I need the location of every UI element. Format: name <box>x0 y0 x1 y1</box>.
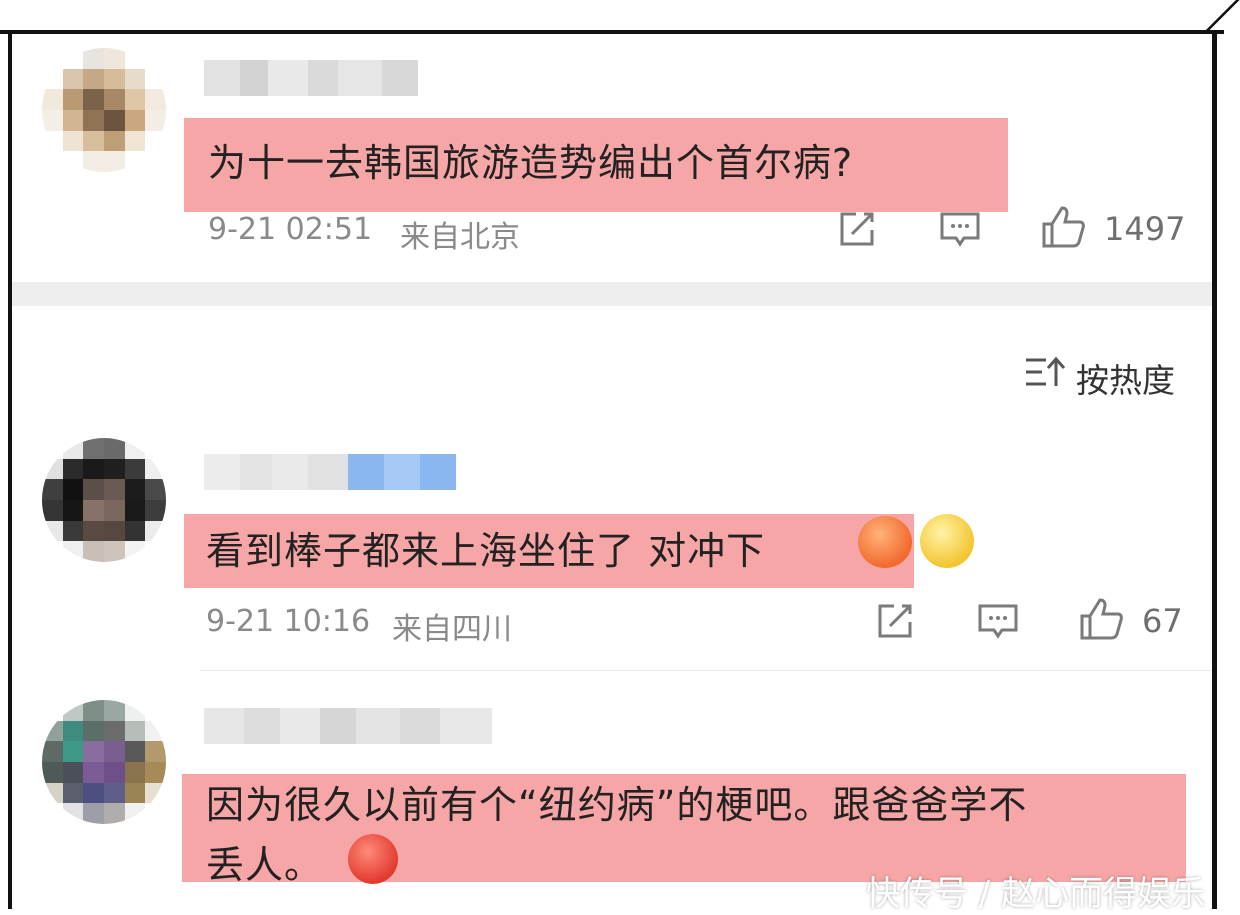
like-icon[interactable] <box>1078 596 1124 642</box>
comment-icon[interactable] <box>938 208 982 250</box>
comment-location: 来自北京 <box>400 220 520 255</box>
comment-time: 9-21 10:16 <box>206 604 371 639</box>
repost-icon[interactable] <box>874 600 916 642</box>
sort-icon[interactable] <box>1024 354 1066 390</box>
username-blurred[interactable] <box>204 454 456 490</box>
comment-location: 来自四川 <box>392 612 512 647</box>
repost-icon[interactable] <box>836 208 878 250</box>
frame-corner <box>1200 0 1240 34</box>
section-divider <box>12 282 1212 306</box>
comment-text-continued: 丢人。 <box>206 843 324 887</box>
angry-emoji-icon <box>348 834 398 884</box>
frame-top-border <box>0 0 1240 34</box>
sort-by-heat-button[interactable]: 按热度 <box>1076 354 1175 402</box>
smirk-emoji-icon <box>858 516 912 568</box>
username-blurred[interactable] <box>204 60 418 96</box>
frame-left-border <box>8 30 12 909</box>
avatar[interactable] <box>42 48 166 172</box>
username-blurred[interactable] <box>204 708 492 744</box>
comment-time: 9-21 02:51 <box>208 212 373 247</box>
avatar[interactable] <box>42 700 166 824</box>
comment-text: 因为很久以前有个“纽约病”的梗吧。跟爸爸学不 <box>206 783 1028 827</box>
comment-icon[interactable] <box>976 600 1020 642</box>
comment-separator <box>200 670 1212 671</box>
comment-text: 为十一去韩国旅游造势编出个首尔病? <box>208 141 854 185</box>
like-count: 1497 <box>1104 210 1186 248</box>
watermark: 快传号 / 赵心而得娱乐 <box>866 874 1206 914</box>
frame-right-margin <box>1224 30 1240 909</box>
comment-text: 看到棒子都来上海坐住了 对冲下 <box>206 529 766 573</box>
like-icon[interactable] <box>1040 204 1086 250</box>
frame-right-border <box>1212 30 1217 909</box>
thinking-emoji-icon <box>920 514 974 568</box>
avatar[interactable] <box>42 438 166 562</box>
like-count: 67 <box>1142 602 1183 640</box>
